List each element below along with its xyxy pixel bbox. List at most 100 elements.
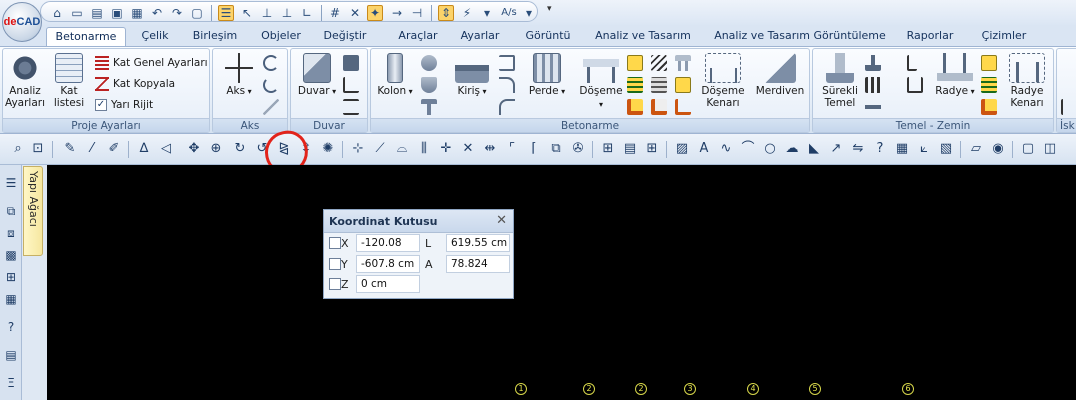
slab-ribbed-icon[interactable] [627, 77, 643, 93]
beam-panel-icon[interactable]: Ξ [3, 375, 19, 391]
lightning-icon[interactable]: ⚡ [459, 5, 475, 21]
pencil-icon[interactable]: ✎ [62, 141, 78, 157]
round-column-icon[interactable] [421, 55, 437, 71]
hatch-icon[interactable]: ◣ [806, 141, 822, 157]
slab-hatch-icon[interactable] [651, 55, 667, 71]
join-icon[interactable]: ⇹ [482, 141, 498, 157]
beam-curve-icon[interactable] [499, 77, 515, 93]
view-icon[interactable]: ◉ [990, 141, 1006, 157]
triangle-select-icon[interactable]: ∆ [136, 141, 152, 157]
snap-cross-icon[interactable]: ✕ [347, 5, 363, 21]
diagonal-axis-icon[interactable] [263, 99, 279, 115]
tab-birlesim[interactable]: Birleşim [184, 27, 246, 46]
slab-support-icon[interactable] [675, 55, 691, 71]
perpendicular-icon[interactable]: ⊥ [259, 5, 275, 21]
wall-straight-icon[interactable] [343, 55, 359, 71]
slab-opening-icon[interactable] [651, 99, 667, 115]
raft-yellow-icon[interactable] [981, 55, 997, 71]
ruler-icon[interactable]: ⟀ [916, 141, 932, 157]
x-lock-checkbox[interactable] [329, 237, 341, 249]
yapi-agaci-tab[interactable]: Yapı Ağacı [23, 166, 43, 256]
brush-icon[interactable]: ⁄ [84, 141, 100, 157]
intersect-icon[interactable]: ✛ [438, 141, 454, 157]
undo-icon[interactable]: ↶ [149, 5, 165, 21]
fillet-icon[interactable]: ⌜ [504, 141, 520, 157]
properties-icon[interactable]: ▩ [3, 247, 19, 263]
column-t-icon[interactable] [421, 99, 437, 115]
perde-button[interactable]: Perde ▾ [527, 53, 567, 98]
x-field[interactable]: -120.08 cm [356, 234, 420, 265]
arc-axis-icon[interactable] [263, 55, 279, 71]
slab-edge-icon[interactable] [627, 99, 643, 115]
pad-footing-icon[interactable] [865, 55, 881, 71]
list-icon[interactable]: ☰ [3, 175, 19, 191]
redo-icon[interactable]: ↷ [169, 5, 185, 21]
tab-objeler[interactable]: Objeler [252, 27, 310, 46]
copy-panel-icon[interactable]: ⧈ [3, 225, 19, 241]
cross-icon[interactable]: ✕ [460, 141, 476, 157]
a-field[interactable]: 78.824 [446, 255, 510, 273]
trim-icon[interactable]: ⊹ [350, 141, 366, 157]
drawing-canvas[interactable]: 1 2 2 3 4 5 6 [47, 165, 1076, 400]
tab-betonarme[interactable]: Betonarme [46, 27, 126, 46]
raft-ribbed-icon[interactable] [981, 77, 997, 93]
ortho-icon[interactable]: ⇕ [438, 5, 454, 21]
layers-panel-icon[interactable]: ⧉ [3, 203, 19, 219]
slab-yellow-icon[interactable] [627, 55, 643, 71]
measure-icon[interactable]: ▧ [938, 141, 954, 157]
y-field[interactable]: -607.8 cm [356, 255, 420, 273]
grid-panel-icon[interactable]: ⊞ [3, 269, 19, 285]
aks-button[interactable]: Aks ▾ [219, 53, 259, 98]
kiris-button[interactable]: Kiriş ▾ [451, 53, 493, 98]
save-as-icon[interactable]: ▦ [129, 5, 145, 21]
slab-corner-icon[interactable] [675, 99, 691, 115]
new-file-icon[interactable]: ▭ [69, 5, 85, 21]
raft-edge-small-icon[interactable] [981, 99, 997, 115]
kat-listesi-button[interactable]: Kat listesi [49, 53, 89, 109]
qat-customize-icon[interactable]: ▾ [547, 4, 552, 14]
kolon-button[interactable]: Kolon ▾ [375, 53, 415, 98]
cloud-icon[interactable]: ☁ [784, 141, 800, 157]
kat-kopyala-button[interactable]: Kat Kopyala [95, 75, 175, 93]
surekli-temel-button[interactable]: Sürekli Temel [817, 53, 863, 109]
foundation-l-icon[interactable] [907, 55, 917, 71]
help-panel-icon[interactable]: ? [3, 319, 19, 335]
chevron-down-icon[interactable]: ▾ [521, 5, 537, 21]
zoom-icon[interactable]: ⌕ [10, 141, 26, 157]
tab-araclar[interactable]: Araçlar [390, 27, 446, 46]
window-single-icon[interactable]: ▢ [1020, 141, 1036, 157]
extend-icon[interactable]: ⟋ [372, 141, 388, 157]
angle-icon[interactable]: ∟ [299, 5, 315, 21]
move-icon[interactable]: ✥ [186, 141, 202, 157]
document-icon[interactable]: ▤ [3, 347, 19, 363]
tab-degistir[interactable]: Değiştir [314, 27, 376, 46]
tab-goruntu[interactable]: Görüntü [518, 27, 578, 46]
circle-icon[interactable]: ○ [762, 141, 778, 157]
doseme-button[interactable]: Döşeme ▾ [577, 53, 625, 111]
dimension-icon[interactable]: ⊞ [600, 141, 616, 157]
tab-raporlar[interactable]: Raporlar [898, 27, 962, 46]
tab-ayarlar[interactable]: Ayarlar [452, 27, 508, 46]
as-ratio-icon[interactable]: A/s [497, 5, 521, 21]
slab-fill-icon[interactable] [675, 77, 691, 93]
window-split-icon[interactable]: ◫ [1042, 141, 1058, 157]
chevron-down-icon[interactable]: ▾ [479, 5, 495, 21]
arc-icon[interactable]: ⌒ [740, 141, 756, 157]
snap-line-icon[interactable]: → [389, 5, 405, 21]
filter-icon[interactable]: ▦ [3, 291, 19, 307]
l-field[interactable]: 619.55 cm [446, 234, 510, 252]
z-field[interactable]: 0 cm [356, 275, 420, 293]
section-icon[interactable]: ⏥ [968, 141, 984, 157]
lasso-icon[interactable]: ◁ [158, 141, 174, 157]
beam-arc-icon[interactable] [499, 99, 515, 115]
open-folder-icon[interactable]: ▤ [89, 5, 105, 21]
stretch-icon[interactable]: ⧉ [548, 141, 564, 157]
merdiven-button[interactable]: Merdiven [753, 53, 807, 97]
koordinat-kutusu-title[interactable]: Koordinat Kutusu [324, 210, 513, 233]
level-mark-icon[interactable]: ⇋ [850, 141, 866, 157]
snap-endpoint-icon[interactable]: ✦ [367, 5, 383, 21]
analiz-ayarlari-button[interactable]: Analiz Ayarları [5, 53, 45, 109]
tab-analiz-ve-tasarim[interactable]: Analiz ve Tasarım [590, 27, 696, 46]
curve-axis-icon[interactable] [263, 77, 279, 93]
close-icon[interactable]: ✕ [496, 214, 507, 228]
